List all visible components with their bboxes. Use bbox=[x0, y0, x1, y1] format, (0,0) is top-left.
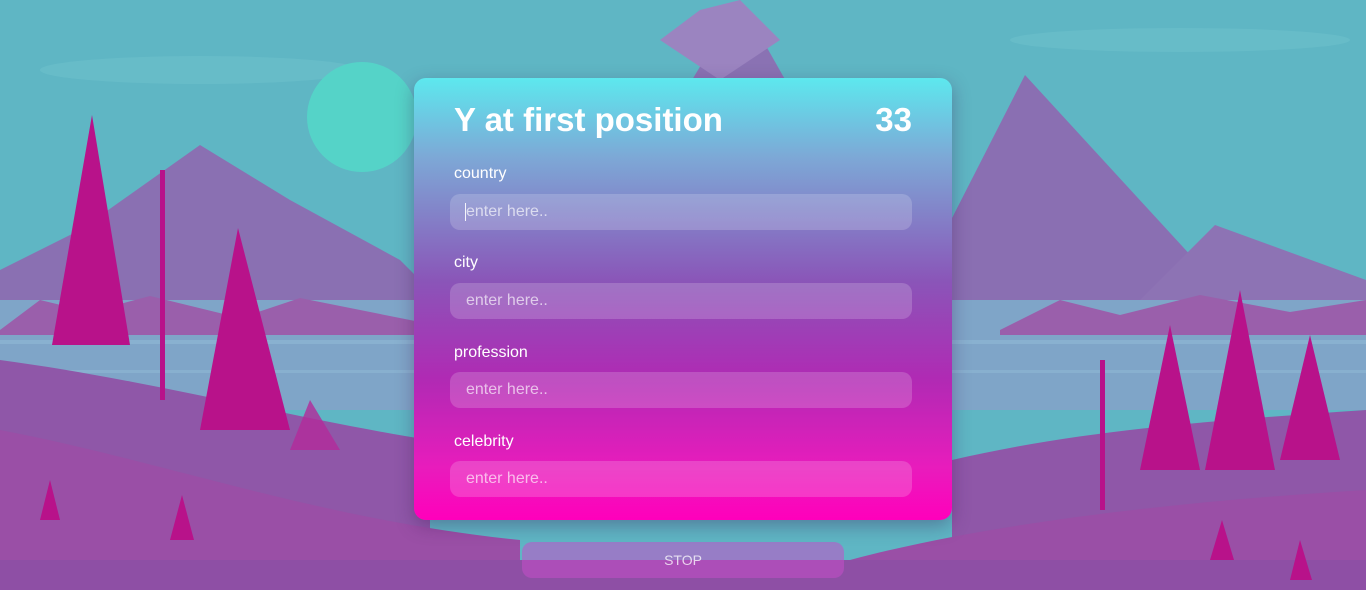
sun-shape bbox=[307, 62, 417, 172]
profession-label: profession bbox=[454, 344, 528, 361]
text-caret bbox=[465, 203, 466, 221]
countdown-timer: 33 bbox=[875, 101, 912, 138]
celebrity-input[interactable] bbox=[450, 461, 912, 497]
round-title: Y at first position bbox=[454, 101, 723, 138]
country-label: country bbox=[454, 165, 507, 182]
city-label: city bbox=[454, 254, 478, 271]
profession-input[interactable] bbox=[450, 372, 912, 408]
stop-button[interactable]: STOP bbox=[522, 542, 844, 578]
celebrity-label: celebrity bbox=[454, 433, 514, 450]
card-header: Y at first position 33 bbox=[454, 100, 912, 140]
game-card: Y at first position 33 country city prof… bbox=[414, 78, 952, 520]
country-input[interactable] bbox=[450, 194, 912, 230]
city-input[interactable] bbox=[450, 283, 912, 319]
